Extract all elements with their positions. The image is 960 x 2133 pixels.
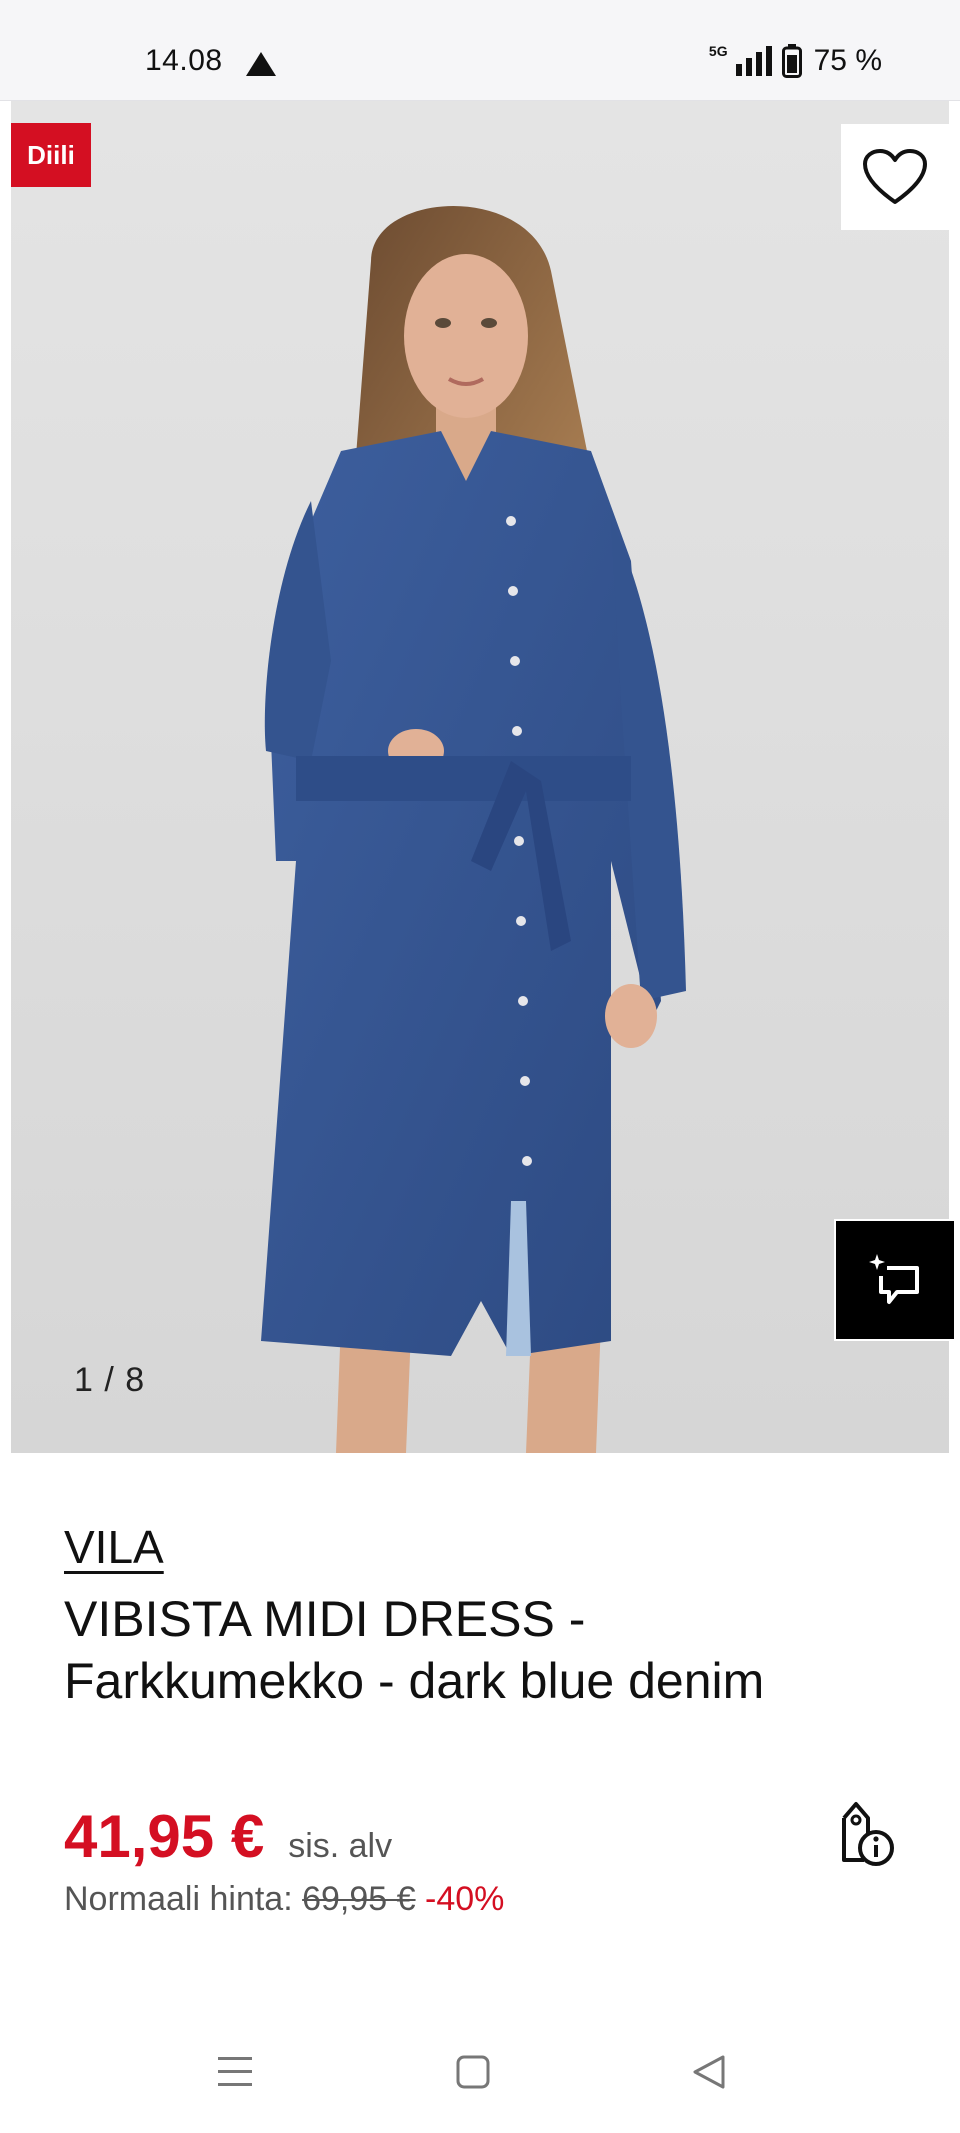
vat-note: sis. alv (288, 1827, 393, 1865)
signal-icon (735, 46, 772, 76)
system-navigation-bar (0, 2020, 960, 2133)
wishlist-button[interactable] (841, 124, 949, 230)
image-counter: 1 / 8 (74, 1361, 146, 1399)
deal-badge: Diili (11, 123, 91, 187)
price-row: 41,95 € sis. alv (64, 1802, 392, 1871)
status-indicators: 5G 75 % (708, 43, 882, 78)
original-price-label: Normaali hinta: (64, 1880, 293, 1918)
status-bar: 14.08 5G 75 % (0, 0, 960, 101)
price-info-button[interactable] (830, 1800, 896, 1873)
sale-price: 41,95 € (64, 1803, 265, 1870)
navigation-arrow-icon (246, 52, 276, 76)
back-icon[interactable] (692, 2054, 726, 2090)
home-icon[interactable] (456, 2054, 490, 2090)
product-image-gallery[interactable]: Diili 1 / 8 (11, 101, 949, 1453)
original-price: 69,95 € (302, 1880, 416, 1918)
product-name: VIBISTA MIDI DRESS - Farkkumekko - dark … (64, 1591, 765, 1709)
status-time: 14.08 (145, 44, 223, 77)
visual-search-button[interactable] (834, 1219, 956, 1341)
price-tag-info-icon (842, 1802, 894, 1866)
discount-percent: -40% (425, 1880, 505, 1918)
heart-icon (863, 149, 927, 204)
brand-link[interactable]: VILA (64, 1520, 164, 1574)
recent-apps-icon[interactable] (218, 2054, 252, 2090)
battery-level: 75 % (813, 44, 882, 77)
original-price-row: Normaali hinta: 69,95 € -40% (64, 1880, 504, 1919)
network-type: 5G (708, 43, 728, 59)
battery-icon (781, 44, 802, 78)
sparkle-crop-icon (869, 1254, 919, 1304)
product-photo (11, 101, 949, 1453)
